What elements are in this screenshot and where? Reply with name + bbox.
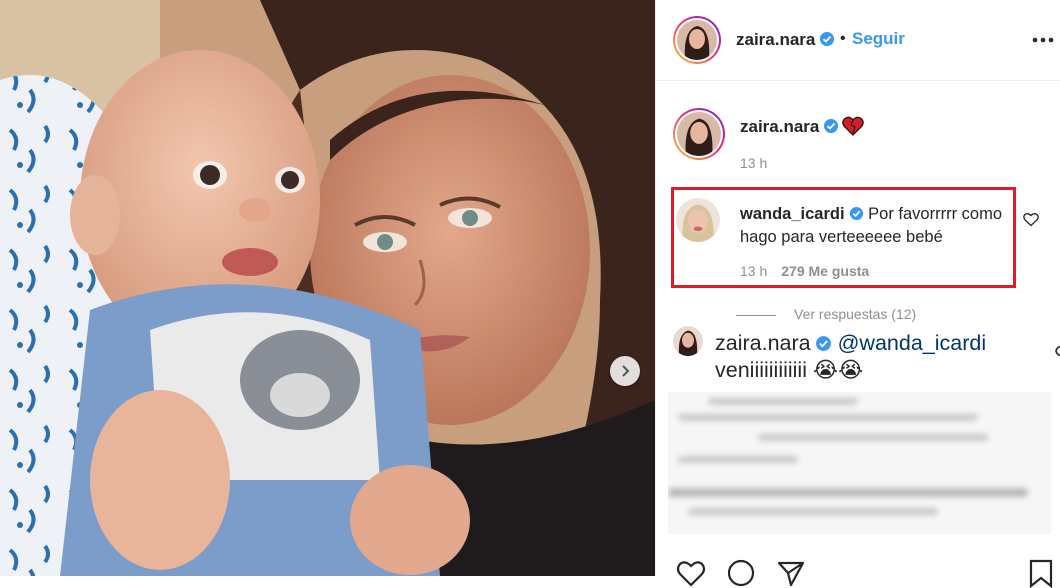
caption-username[interactable]: zaira.nara — [740, 117, 839, 137]
replies-divider — [736, 314, 776, 316]
commenter-username-text[interactable]: wanda_icardi — [740, 205, 845, 223]
caption-avatar[interactable] — [673, 108, 725, 160]
comment-icon[interactable] — [726, 558, 756, 588]
avatar-image — [676, 198, 720, 242]
follow-button[interactable]: Seguir — [852, 29, 905, 49]
avatar-image — [673, 326, 703, 356]
chevron-right-icon — [622, 365, 630, 377]
separator-dot: • — [840, 30, 846, 47]
reply-avatar[interactable] — [673, 326, 703, 356]
heart-emoji-icon — [842, 116, 864, 136]
comment-body: wanda_icardi Por favorrrrr como hago par… — [740, 203, 1020, 249]
view-replies-label[interactable]: Ver respuestas (12) — [794, 306, 916, 322]
avatar-image — [677, 20, 717, 60]
author-username-text[interactable]: zaira.nara — [736, 30, 815, 49]
reply-mention[interactable]: @wanda_icardi — [838, 331, 987, 355]
author-username[interactable]: zaira.nara — [736, 30, 835, 50]
post-photo[interactable] — [0, 0, 655, 576]
comment-timestamp[interactable]: 13 h — [740, 263, 767, 279]
share-icon[interactable] — [776, 558, 806, 588]
carousel-next-button[interactable] — [610, 356, 640, 386]
blurred-comments-area — [668, 392, 1051, 534]
verified-badge-icon — [849, 206, 863, 221]
more-options-icon[interactable] — [1032, 34, 1054, 46]
comment-likes-count[interactable]: 279 Me gusta — [781, 263, 869, 279]
comment-meta: 13 h 279 Me gusta — [740, 263, 869, 279]
avatar-image — [677, 112, 721, 156]
verified-badge-icon — [815, 336, 831, 351]
verified-badge-icon — [820, 32, 835, 46]
verified-badge-icon — [824, 119, 839, 133]
post-header: zaira.nara • Seguir — [656, 0, 1060, 81]
caption-timestamp[interactable]: 13 h — [740, 155, 767, 171]
author-avatar[interactable] — [673, 16, 721, 64]
commenter-username[interactable]: wanda_icardi — [740, 205, 864, 223]
reply-text: veniiiiiiiiiiii — [715, 358, 807, 382]
like-reply-icon[interactable] — [1052, 344, 1060, 358]
mother-and-baby-photo — [0, 0, 655, 576]
crying-emoji: 😭😭 — [812, 358, 864, 382]
view-replies-button[interactable]: Ver respuestas (12) — [736, 306, 916, 322]
caption-username-text[interactable]: zaira.nara — [740, 117, 819, 136]
save-icon[interactable] — [1026, 558, 1056, 588]
commenter-avatar[interactable] — [676, 198, 720, 242]
post-actions-bar — [656, 552, 1060, 588]
like-icon[interactable] — [676, 558, 706, 588]
like-comment-icon[interactable] — [1023, 212, 1039, 227]
reply-body: zaira.nara @wanda_icardi veniiiiiiiiiiii… — [715, 330, 1055, 384]
post-side-panel: zaira.nara • Seguir zaira.nara 13 h wand… — [655, 0, 1060, 588]
reply-username[interactable]: zaira.nara — [715, 331, 811, 355]
